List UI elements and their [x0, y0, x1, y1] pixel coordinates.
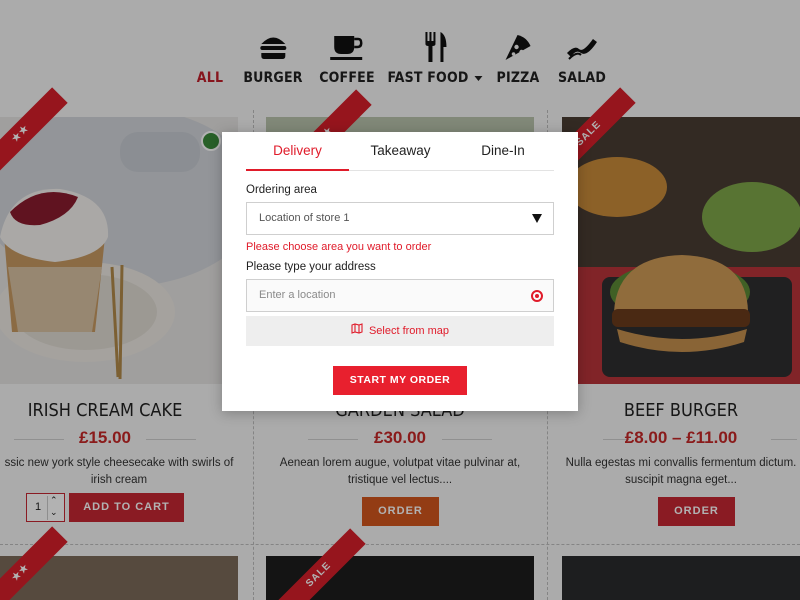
start-order-button[interactable]: START MY ORDER	[333, 366, 467, 395]
select-from-map-button[interactable]: Select from map	[246, 316, 554, 346]
locate-icon[interactable]	[531, 290, 543, 302]
map-icon	[351, 316, 363, 346]
tab-takeaway[interactable]: Takeaway	[349, 132, 452, 171]
address-input[interactable]: Enter a location	[246, 279, 554, 312]
address-placeholder: Enter a location	[259, 289, 336, 301]
address-label: Please type your address	[246, 261, 376, 273]
tab-dine-in[interactable]: Dine-In	[452, 132, 554, 171]
ordering-area-label: Ordering area	[246, 184, 317, 196]
tab-delivery[interactable]: Delivery	[246, 132, 349, 171]
dropdown-arrow-icon	[532, 214, 542, 223]
ordering-area-select[interactable]: Location of store 1	[246, 202, 554, 235]
ordering-area-value: Location of store 1	[259, 212, 350, 224]
ordering-area-error: Please choose area you want to order	[246, 241, 432, 253]
order-type-modal: Delivery Takeaway Dine-In Ordering area …	[222, 132, 578, 411]
select-from-map-label: Select from map	[368, 325, 450, 337]
order-type-tabs: Delivery Takeaway Dine-In	[246, 132, 554, 171]
